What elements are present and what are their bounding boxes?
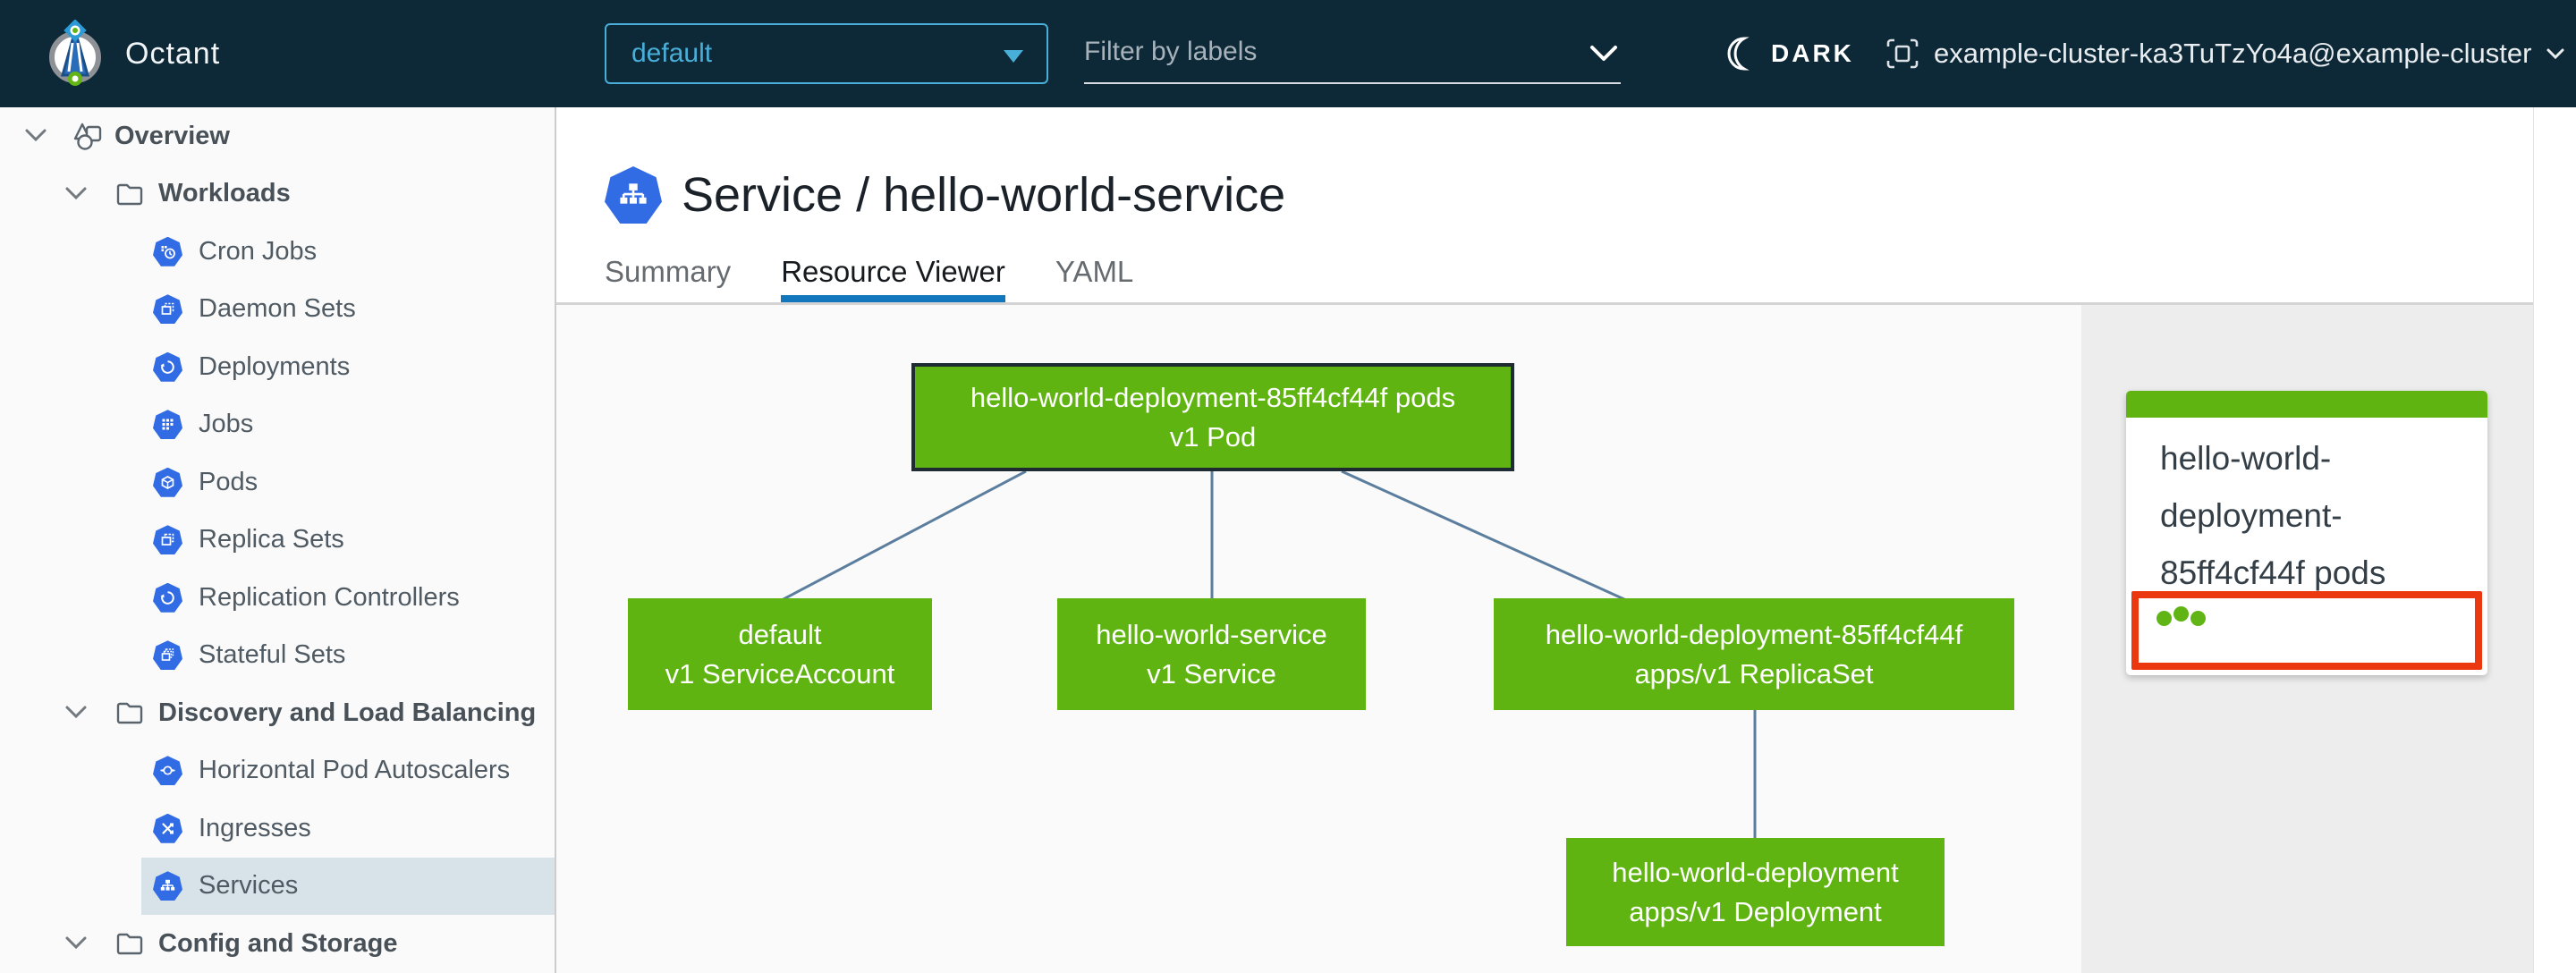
tab-resource-viewer[interactable]: Resource Viewer bbox=[781, 241, 1005, 302]
chevron-down-icon bbox=[2546, 47, 2565, 61]
dropdown-caret-icon bbox=[1004, 50, 1023, 63]
pod-status-dot bbox=[2190, 611, 2206, 626]
tab-bar: Summary Resource Viewer YAML bbox=[605, 241, 1183, 302]
graph-node-serviceaccount[interactable]: default v1 ServiceAccount bbox=[628, 598, 932, 710]
graph-node-deployment[interactable]: hello-world-deployment apps/v1 Deploymen… bbox=[1566, 838, 1945, 946]
node-name: hello-world-deployment-85ff4cf44f bbox=[1545, 618, 1963, 650]
sidebar-item-label: Horizontal Pod Autoscalers bbox=[199, 756, 511, 785]
sidebar-item-pods[interactable]: Pods bbox=[0, 453, 555, 512]
node-name: hello-world-deployment-85ff4cf44f pods bbox=[970, 381, 1456, 413]
sidebar-item-label: Replication Controllers bbox=[199, 582, 460, 612]
chevron-down-icon[interactable] bbox=[63, 927, 95, 960]
node-name: hello-world-service bbox=[1096, 618, 1327, 650]
sidebar-item-label: Workloads bbox=[158, 179, 291, 208]
chevron-down-icon[interactable] bbox=[63, 697, 95, 729]
sidebar-nav: Overview Workloads Cron Jobs Daemon Sets… bbox=[0, 107, 556, 973]
status-bar-green bbox=[2126, 391, 2487, 418]
folder-icon bbox=[114, 181, 145, 207]
node-detail-panel: hello-world-deployment-85ff4cf44f pods bbox=[2081, 305, 2533, 973]
content-header: Service / hello-world-service Summary Re… bbox=[556, 107, 2533, 302]
sidebar-item-label: Pods bbox=[199, 467, 258, 496]
pod-status-dot bbox=[2174, 606, 2189, 622]
sidebar-item-label: Config and Storage bbox=[158, 928, 398, 958]
resource-viewer-canvas[interactable]: hello-world-deployment-85ff4cf44f pods v… bbox=[556, 305, 2081, 973]
node-kind: v1 ServiceAccount bbox=[665, 657, 895, 690]
sidebar-item-label: Services bbox=[199, 871, 299, 901]
service-icon bbox=[605, 166, 662, 224]
node-kind: apps/v1 ReplicaSet bbox=[1634, 657, 1874, 690]
sidebar-item-config-and-storage[interactable]: Config and Storage bbox=[0, 915, 555, 973]
node-name: default bbox=[738, 618, 822, 650]
sidebar-item-replica-sets[interactable]: Replica Sets bbox=[0, 512, 555, 570]
tab-yaml[interactable]: YAML bbox=[1055, 241, 1133, 302]
theme-toggle-label: DARK bbox=[1771, 39, 1854, 67]
chevron-down-icon[interactable] bbox=[1589, 43, 1619, 64]
sidebar-item-horizontal-pod-autoscalers[interactable]: Horizontal Pod Autoscalers bbox=[0, 742, 555, 800]
tab-summary[interactable]: Summary bbox=[605, 241, 731, 302]
pod-status-dot bbox=[2157, 611, 2172, 626]
sidebar-item-discovery-and-load-balancing[interactable]: Discovery and Load Balancing bbox=[0, 684, 555, 742]
chevron-down-icon[interactable] bbox=[63, 178, 95, 210]
node-kind: v1 Pod bbox=[1169, 420, 1257, 453]
octant-logo-icon bbox=[47, 20, 104, 88]
page-title: Service / hello-world-service bbox=[682, 168, 1286, 222]
graph-node-service[interactable]: hello-world-service v1 Service bbox=[1057, 598, 1366, 710]
folder-icon bbox=[114, 699, 145, 726]
dark-theme-toggle[interactable]: DARK bbox=[1723, 0, 1854, 107]
filter-labels-field bbox=[1084, 25, 1621, 84]
pod-status-box-highlighted[interactable] bbox=[2131, 591, 2482, 670]
sidebar-item-cron-jobs[interactable]: Cron Jobs bbox=[0, 223, 555, 281]
octant-app: Octant default DARK example-c bbox=[0, 0, 2576, 973]
folder-icon bbox=[114, 930, 145, 957]
top-navbar: Octant default DARK example-c bbox=[0, 0, 2576, 107]
filter-labels-input[interactable] bbox=[1084, 25, 1567, 79]
cluster-context-label: example-cluster-ka3TuTzYo4a@example-clus… bbox=[1934, 38, 2532, 69]
app-title: Octant bbox=[125, 36, 221, 71]
node-kind: v1 Service bbox=[1147, 657, 1276, 690]
sidebar-item-jobs[interactable]: Jobs bbox=[0, 396, 555, 454]
pod-status-dots bbox=[2157, 606, 2207, 630]
sidebar-item-ingresses[interactable]: Ingresses bbox=[0, 800, 555, 858]
pod-summary-card[interactable]: hello-world-deployment-85ff4cf44f pods bbox=[2126, 391, 2487, 675]
node-name: hello-world-deployment bbox=[1612, 856, 1899, 888]
chevron-down-icon[interactable] bbox=[22, 120, 55, 152]
overview-icon bbox=[72, 121, 106, 151]
graph-node-pod[interactable]: hello-world-deployment-85ff4cf44f pods v… bbox=[911, 363, 1514, 471]
vertical-scrollbar[interactable] bbox=[2533, 107, 2576, 973]
cluster-context-menu[interactable]: example-cluster-ka3TuTzYo4a@example-clus… bbox=[1885, 0, 2565, 107]
sidebar-item-deployments[interactable]: Deployments bbox=[0, 338, 555, 396]
sidebar-item-workloads[interactable]: Workloads bbox=[0, 165, 555, 224]
node-kind: apps/v1 Deployment bbox=[1629, 895, 1882, 927]
sidebar-item-daemon-sets[interactable]: Daemon Sets bbox=[0, 281, 555, 339]
sidebar-item-stateful-sets[interactable]: Stateful Sets bbox=[0, 627, 555, 685]
sidebar-item-overview[interactable]: Overview bbox=[0, 107, 555, 165]
namespace-dropdown-value: default bbox=[631, 38, 713, 68]
host-icon bbox=[1885, 37, 1919, 71]
namespace-dropdown[interactable]: default bbox=[605, 23, 1048, 84]
sidebar-item-services[interactable]: Services bbox=[0, 857, 555, 915]
sidebar-item-label: Jobs bbox=[199, 410, 254, 439]
moon-icon bbox=[1723, 36, 1757, 72]
pod-group-title: hello-world-deployment-85ff4cf44f pods bbox=[2160, 440, 2386, 591]
graph-node-replicaset[interactable]: hello-world-deployment-85ff4cf44f apps/v… bbox=[1494, 598, 2014, 710]
sidebar-item-replication-controllers[interactable]: Replication Controllers bbox=[0, 569, 555, 627]
